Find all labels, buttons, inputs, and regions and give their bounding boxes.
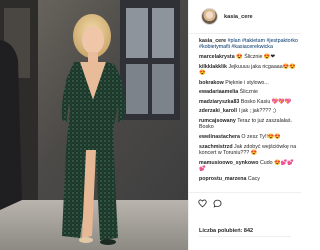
comment-username[interactable]: kasia_cere <box>199 38 226 44</box>
header-username[interactable]: kasia_cere <box>224 14 253 20</box>
comment: bokrakow Pięknie i stylowo... <box>199 80 300 86</box>
comment-username[interactable]: ewadariaamelia <box>199 89 238 95</box>
comment-text: Pięknie i stylowo... <box>225 79 269 86</box>
divider <box>199 236 291 237</box>
avatar[interactable] <box>201 8 218 25</box>
comments-list: kasia_cere #plan #takietam #jestpaktorko… <box>199 38 300 190</box>
comment-text: O zesz Ty!!😍😍 <box>241 133 282 140</box>
comment: ewadariaamelia Ślicznie <box>199 89 300 95</box>
action-icons <box>198 199 222 208</box>
comment: madziaryszka83 Bosko Kasiu 💖💖💖 <box>199 99 300 105</box>
comment-text: I jak ; jak???? ;) <box>238 108 276 115</box>
comment-username[interactable]: marcelakrysta <box>199 54 235 60</box>
comment-username[interactable]: bokrakow <box>199 80 224 86</box>
comment: rumcajsowany Teraz to już zaszalałaś. Bo… <box>199 118 300 131</box>
likes-label: Liczba polubień: <box>199 228 243 234</box>
comment-username[interactable]: poprostu_marzena <box>199 176 246 182</box>
comment-username[interactable]: rumcajsowany <box>199 118 236 124</box>
post-photo <box>0 0 188 250</box>
comment-text: Ślicznie <box>239 89 258 96</box>
post-header: kasia_cere <box>189 0 301 34</box>
comment: mamusioowo_synkowo Cudo 😍💕💕💕 <box>199 160 300 173</box>
comment-text: Cacy <box>247 175 260 182</box>
likes-count[interactable]: Liczba polubień: 842 <box>199 228 253 234</box>
comment: szachmistrzd Jak zdobyć wejściówkę na ko… <box>199 144 300 157</box>
comment: poprostu_marzena Cacy <box>199 176 300 182</box>
comment-username[interactable]: kilkklakklik <box>199 64 227 70</box>
comment-username[interactable]: madziaryszka83 <box>199 99 239 105</box>
comment-username[interactable]: ewelinastachera <box>199 134 240 140</box>
caption: kasia_cere #plan #takietam #jestpaktorko… <box>199 38 300 51</box>
comment-username[interactable]: zderzaki_karoll <box>199 108 237 114</box>
likes-number: 842 <box>243 228 254 234</box>
comment: kilkklakklik Jejkuuuu jaka ricgaaaa😍😍😍 <box>199 64 300 77</box>
comment: zderzaki_karoll I jak ; jak???? ;) <box>199 108 300 114</box>
post-sidebar: kasia_cere kasia_cere #plan #takietam #j… <box>188 0 301 250</box>
comment-icon[interactable] <box>213 199 222 208</box>
comment-text: 😍 Ślicznie 😍❤ <box>236 54 275 60</box>
post-actions: Liczba polubień: 842 <box>189 192 301 250</box>
comment-username[interactable]: szachmistrzd <box>199 144 233 150</box>
comment-username[interactable]: mamusioowo_synkowo <box>199 160 258 166</box>
heart-icon[interactable] <box>198 199 207 208</box>
comment-text: Bosko Kasiu 💖💖💖 <box>240 98 292 105</box>
comment: ewelinastachera O zesz Ty!!😍😍 <box>199 134 300 140</box>
comment: marcelakrysta 😍 Ślicznie 😍❤ <box>199 54 300 60</box>
